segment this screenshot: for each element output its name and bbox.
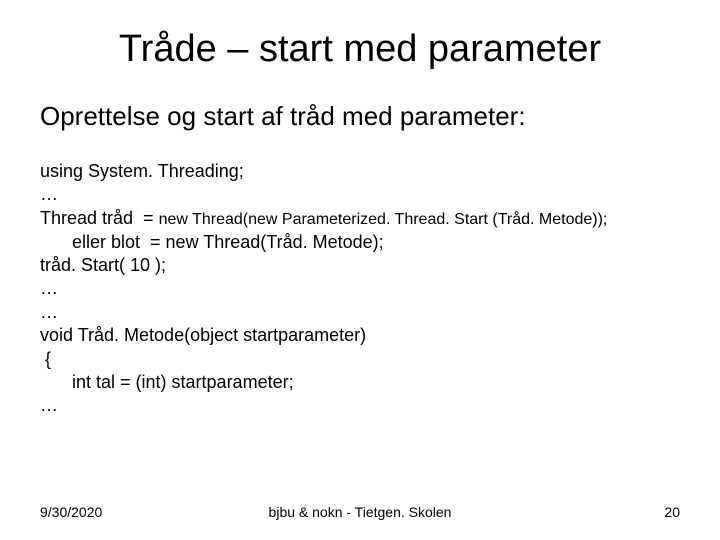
code-line: … <box>40 183 680 206</box>
code-text: Thread tråd = <box>40 208 159 228</box>
code-line: void Tråd. Metode(object startparameter) <box>40 324 680 347</box>
code-line: tråd. Start( 10 ); <box>40 254 680 277</box>
footer-center: bjbu & nokn - Tietgen. Skolen <box>269 504 452 520</box>
slide: Tråde – start med parameter Oprettelse o… <box>0 0 720 540</box>
code-line: … <box>40 301 680 324</box>
code-line: using System. Threading; <box>40 160 680 183</box>
page-title: Tråde – start med parameter <box>40 28 680 71</box>
code-line: int tal = (int) startparameter; <box>40 371 680 394</box>
page-subtitle: Oprettelse og start af tråd med paramete… <box>40 101 680 132</box>
code-block: using System. Threading; … Thread tråd =… <box>40 160 680 418</box>
footer: 9/30/2020 bjbu & nokn - Tietgen. Skolen … <box>40 504 680 520</box>
code-line: eller blot = new Thread(Tråd. Metode); <box>40 231 680 254</box>
code-line: … <box>40 394 680 417</box>
code-text: new Thread(new Parameterized. Thread. St… <box>159 211 608 228</box>
code-line: { <box>40 348 680 371</box>
code-line: … <box>40 277 680 300</box>
code-line: Thread tråd = new Thread(new Parameteriz… <box>40 207 680 231</box>
footer-page: 20 <box>664 504 680 520</box>
footer-date: 9/30/2020 <box>40 504 102 520</box>
